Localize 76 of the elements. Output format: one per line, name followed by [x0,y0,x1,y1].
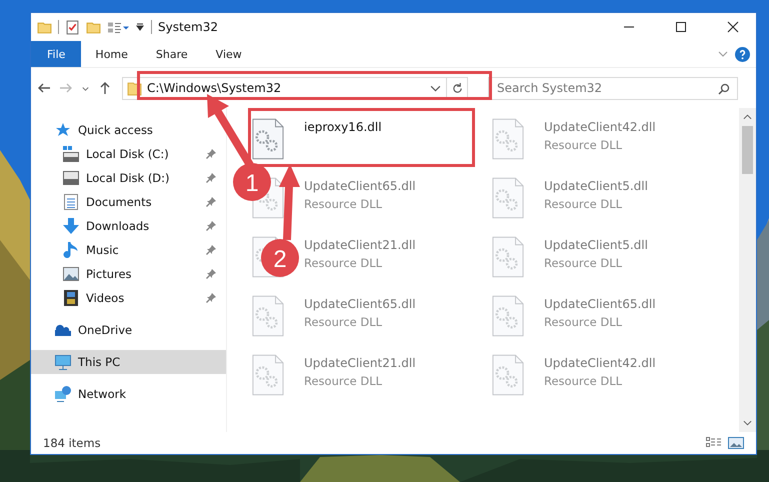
window-title: System32 [158,20,218,34]
film-icon [63,290,79,306]
file-type: Resource DLL [544,315,624,329]
file-type: Resource DLL [544,197,624,211]
nav-item[interactable]: Local Disk (D:) [31,166,226,190]
nav-item[interactable]: This PC [31,350,226,374]
gear-file-icon [252,118,284,160]
gear-file-icon [492,177,524,219]
file-name[interactable]: UpdateClient21.dll [304,356,416,370]
up-icon[interactable] [98,81,112,95]
file-name[interactable]: UpdateClient65.dll [304,179,416,193]
close-icon [727,21,739,33]
nav-item[interactable]: Quick access [31,118,226,142]
monitor-icon [55,354,71,370]
file-name[interactable]: UpdateClient65.dll [544,297,656,311]
properties-icon[interactable] [65,20,80,34]
address-path: C:\Windows\System32 [147,81,282,95]
file-type: Resource DLL [304,197,384,211]
large-icons-view-icon[interactable] [728,437,744,449]
file-type: Resource DLL [304,374,384,388]
download-icon [63,218,79,234]
step-badge: 2 [261,239,299,277]
gear-file-icon [492,295,524,337]
scroll-down-icon[interactable] [743,420,752,426]
gear-file-icon [252,354,284,396]
address-bar[interactable]: C:\Windows\System32 [122,76,468,100]
file-name[interactable]: UpdateClient21.dll [304,238,416,252]
file-name[interactable]: UpdateClient42.dll [544,356,656,370]
file-name[interactable]: UpdateClient65.dll [304,297,416,311]
file-type: Resource DLL [544,138,624,152]
file-name[interactable]: UpdateClient42.dll [544,120,656,134]
file-type: Resource DLL [544,374,624,388]
drive-icon [63,170,79,186]
gear-file-icon [492,236,524,278]
view-options-icon[interactable] [107,20,129,34]
gear-file-icon [252,295,284,337]
file-name[interactable]: UpdateClient5.dll [544,179,648,193]
nav-item[interactable]: Videos [31,286,226,310]
file-name[interactable]: ieproxy16.dll [304,120,382,134]
gear-file-icon [492,354,524,396]
network-icon [55,386,71,402]
details-view-icon[interactable] [706,437,722,449]
nav-item[interactable]: Music [31,238,226,262]
cloud-icon [55,322,71,338]
star-icon [55,122,71,138]
document-icon [63,194,79,210]
step-badge: 1 [233,163,271,201]
file-name[interactable]: UpdateClient5.dll [544,238,648,252]
nav-item[interactable]: Local Disk (C:) [31,142,226,166]
nav-item[interactable]: Documents [31,190,226,214]
scrollbar[interactable] [739,108,756,432]
file-type: Resource DLL [304,256,384,270]
search-icon[interactable] [718,82,730,94]
file-type: Resource DLL [544,256,624,270]
search-field[interactable]: Search System32 [488,76,738,100]
maximize-icon [675,21,687,33]
help-icon[interactable] [735,46,750,62]
nav-item[interactable]: OneDrive [31,318,226,342]
nav-item[interactable]: Network [31,382,226,406]
gear-file-icon [492,118,524,160]
ribbon-tab[interactable]: View [202,41,256,67]
ribbon-tab[interactable]: Share [142,41,202,67]
picture-icon [63,266,79,282]
ribbon-tab[interactable]: File [31,41,82,67]
refresh-icon[interactable] [452,82,463,94]
drive-icon [63,146,79,162]
scroll-thumb[interactable] [742,126,753,174]
item-count: 184 items [43,436,101,450]
back-icon[interactable] [37,81,51,95]
customize-caret-icon[interactable] [135,22,145,32]
file-type: Resource DLL [304,315,384,329]
ribbon-tab[interactable]: Home [81,41,142,67]
scroll-up-icon[interactable] [743,114,752,120]
nav-item[interactable]: Downloads [31,214,226,238]
nav-item[interactable]: Pictures [31,262,226,286]
music-note-icon [63,242,79,258]
